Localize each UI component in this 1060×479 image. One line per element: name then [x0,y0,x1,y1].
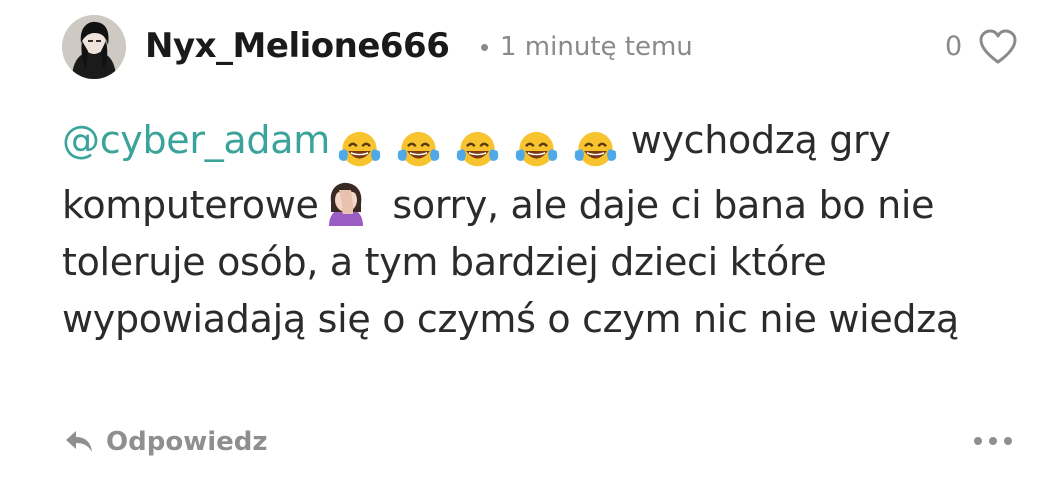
reply-label: Odpowiedz [106,427,268,457]
face-with-tears-of-joy-icon [456,131,499,166]
meta-separator: • [480,32,490,62]
reply-button[interactable]: Odpowiedz [64,425,268,459]
username[interactable]: Nyx_Melione666 [145,24,450,68]
face-with-tears-of-joy-icon [338,131,381,166]
comment-body: @cyber_adam wychodzą gry komputerowe sor… [62,112,1042,348]
emoji-group [336,120,619,177]
mention-link[interactable]: @cyber_adam [62,118,330,162]
heart-icon[interactable] [978,28,1018,66]
woman-facepalming-icon [328,182,363,226]
like-count: 0 [945,31,963,62]
more-options-icon[interactable] [972,430,1014,452]
avatar[interactable] [62,15,126,79]
timestamp: 1 minutę temu [500,32,693,62]
face-with-tears-of-joy-icon [397,131,440,166]
reply-arrow-icon [66,431,92,452]
face-with-tears-of-joy-icon [574,131,617,166]
avatar-image [62,15,126,79]
face-with-tears-of-joy-icon [515,131,558,166]
